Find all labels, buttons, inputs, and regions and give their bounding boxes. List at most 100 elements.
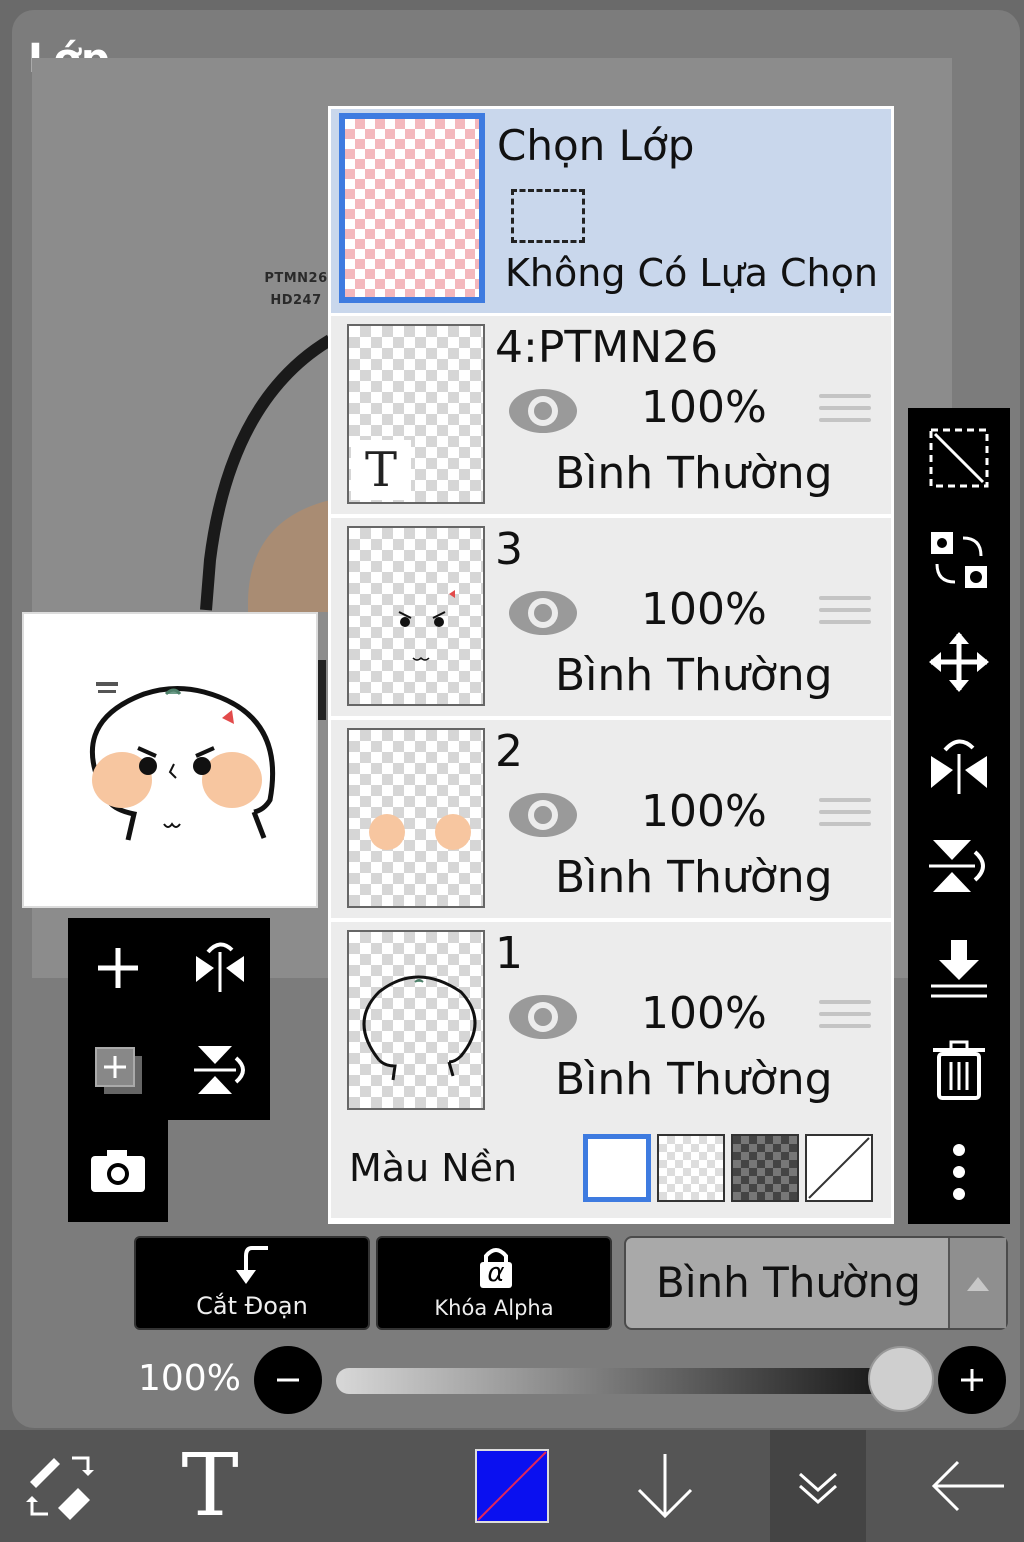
plus-icon	[961, 1369, 983, 1391]
text-tool-button[interactable]: T	[160, 1430, 260, 1542]
swap-layers-icon	[931, 532, 987, 588]
layer-thumbnail	[347, 930, 485, 1110]
flip-vertical-button[interactable]	[908, 816, 1010, 916]
eye-icon[interactable]	[507, 992, 579, 1042]
flip-horizontal-icon	[931, 739, 987, 794]
left-toolbox-bottom	[68, 1120, 168, 1222]
layer-name: 1	[495, 928, 523, 979]
layer-opacity: 100%	[641, 584, 767, 635]
drag-handle-icon[interactable]	[819, 394, 871, 430]
opacity-decrease-button[interactable]	[254, 1346, 322, 1414]
move-button[interactable]	[908, 612, 1010, 712]
eye-icon[interactable]	[507, 386, 579, 436]
layer-opacity: 100%	[641, 988, 767, 1039]
alpha-lock-label: Khóa Alpha	[434, 1296, 554, 1320]
layer-name: 2	[495, 726, 523, 777]
eye-icon[interactable]	[507, 588, 579, 638]
collapse-panel-button[interactable]	[770, 1430, 866, 1542]
selection-transform-button[interactable]	[908, 408, 1010, 508]
background-checker-light-swatch[interactable]	[657, 1134, 725, 1202]
lock-icon: α	[476, 1244, 516, 1290]
layer-blend-mode: Bình Thường	[555, 650, 833, 701]
drag-handle-icon[interactable]	[819, 1000, 871, 1036]
selection-transform-icon	[929, 428, 989, 488]
camera-button[interactable]	[68, 1120, 168, 1220]
move-icon	[929, 632, 989, 692]
layer-row[interactable]: 1 100% Bình Thường	[331, 922, 891, 1120]
blend-mode-value: Bình Thường	[656, 1258, 921, 1307]
collapse-icon	[799, 1472, 837, 1505]
layers-list: Chọn Lớp Không Có Lựa Chọn T 4:PTMN26 10…	[328, 106, 894, 1224]
trash-icon	[933, 1040, 985, 1100]
flip-vertical-icon	[194, 1046, 245, 1094]
delete-layer-button[interactable]	[908, 1020, 1010, 1120]
left-toolbox	[68, 918, 270, 1120]
color-swatch-button[interactable]	[470, 1430, 554, 1542]
layer-row[interactable]: 3 100% Bình Thường	[331, 518, 891, 716]
add-layer-icon	[98, 948, 138, 988]
selection-layer-title: Chọn Lớp	[497, 121, 695, 170]
merge-down-icon	[931, 940, 987, 998]
preview-artwork	[89, 682, 276, 841]
add-layer-copy-icon	[95, 1047, 142, 1094]
layer-opacity: 100%	[641, 382, 767, 433]
down-arrow-icon	[637, 1454, 693, 1519]
chevron-up-icon	[948, 1238, 1006, 1328]
back-button[interactable]	[920, 1430, 1016, 1542]
opacity-increase-button[interactable]	[938, 1346, 1006, 1414]
background-color-row: Màu Nền	[331, 1118, 891, 1218]
opacity-slider-knob[interactable]	[868, 1346, 934, 1412]
background-white-swatch[interactable]	[583, 1134, 651, 1202]
eye-icon[interactable]	[507, 790, 579, 840]
layer-2-artwork	[369, 814, 471, 850]
merge-down-button[interactable]	[908, 918, 1010, 1018]
bottom-toolbar: T	[0, 1430, 1024, 1542]
right-toolbar	[908, 408, 1010, 1224]
more-options-button[interactable]	[908, 1122, 1010, 1222]
layer-row[interactable]: 2 100% Bình Thường	[331, 720, 891, 918]
layer-thumbnail: T	[347, 324, 485, 504]
drag-handle-icon[interactable]	[819, 596, 871, 632]
canvas-watermark: PTMN26 HD247	[264, 271, 328, 308]
selection-marquee-icon	[511, 189, 585, 243]
brush-eraser-swap-icon	[26, 1456, 94, 1520]
minus-icon	[277, 1378, 299, 1382]
layer-thumbnail	[347, 526, 485, 706]
drag-handle-icon[interactable]	[819, 798, 871, 834]
layer-name: 4:PTMN26	[495, 322, 719, 373]
text-tool-icon: T	[181, 1436, 239, 1536]
layer-blend-mode: Bình Thường	[555, 448, 833, 499]
opacity-slider-track[interactable]	[336, 1368, 906, 1394]
flip-horizontal-button[interactable]	[170, 918, 270, 1018]
clipping-label: Cắt Đoạn	[196, 1292, 308, 1320]
layer-3-artwork	[398, 590, 455, 661]
flip-horizontal-icon	[196, 942, 244, 992]
layer-blend-mode: Bình Thường	[555, 852, 833, 903]
back-arrow-icon	[931, 1460, 1004, 1512]
add-copy-layer-button[interactable]	[68, 1020, 168, 1120]
background-none-swatch[interactable]	[805, 1134, 873, 1202]
blend-mode-select[interactable]: Bình Thường	[624, 1236, 1008, 1330]
opacity-label: 100%	[138, 1358, 241, 1399]
layer-thumbnail	[347, 728, 485, 908]
canvas-preview[interactable]	[22, 612, 318, 908]
selection-layer-row[interactable]: Chọn Lớp Không Có Lựa Chọn	[331, 109, 891, 313]
background-checker-dark-swatch[interactable]	[731, 1134, 799, 1202]
add-layer-button[interactable]	[68, 918, 168, 1018]
brush-eraser-toggle[interactable]	[10, 1430, 110, 1542]
color-swatch	[475, 1449, 549, 1523]
layer-row[interactable]: T 4:PTMN26 100% Bình Thường	[331, 316, 891, 514]
text-layer-icon: T	[351, 440, 411, 500]
clipping-button[interactable]: Cắt Đoạn	[134, 1236, 370, 1330]
down-arrow-button[interactable]	[620, 1430, 710, 1542]
layer-blend-mode: Bình Thường	[555, 1054, 833, 1105]
background-label: Màu Nền	[349, 1146, 518, 1190]
flip-horizontal-button[interactable]	[908, 714, 1010, 814]
clipping-icon	[236, 1246, 268, 1284]
selection-layer-thumbnail	[339, 113, 485, 303]
flip-vertical-button[interactable]	[170, 1020, 270, 1120]
swap-layers-button[interactable]	[908, 510, 1010, 610]
layer-1-artwork	[362, 975, 477, 1081]
alpha-lock-button[interactable]: α Khóa Alpha	[376, 1236, 612, 1330]
more-icon	[953, 1144, 965, 1200]
